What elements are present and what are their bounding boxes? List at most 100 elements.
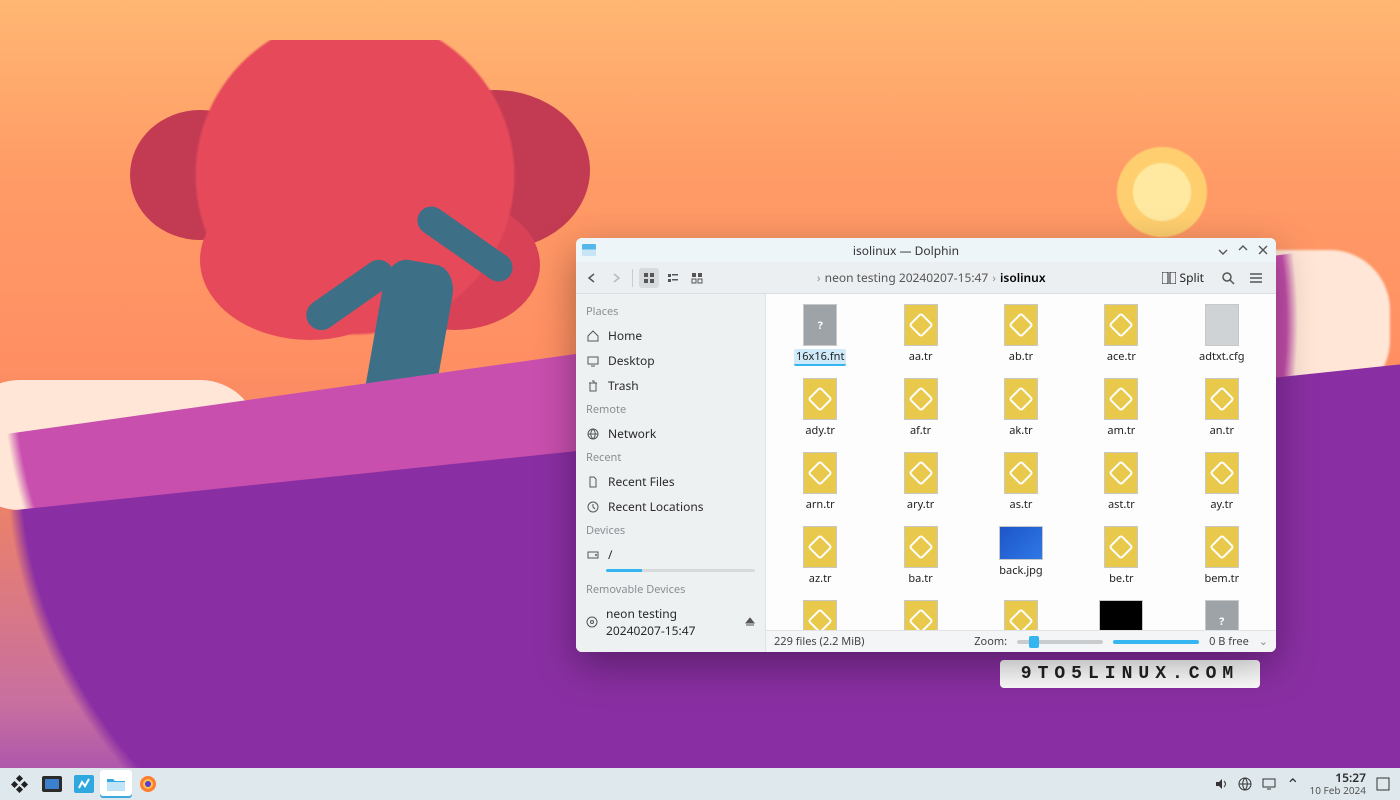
split-label: Split (1180, 269, 1205, 286)
chevron-down-icon[interactable]: ⌄ (1259, 634, 1268, 649)
devices-header: Devices (576, 519, 765, 542)
file-item[interactable]: an.tr (1178, 378, 1266, 452)
minimize-icon[interactable] (1216, 243, 1230, 257)
trash-icon (586, 379, 600, 393)
watermark-text: 9TO5LINUX.COM (1000, 660, 1260, 688)
file-item[interactable]: be.tr (1077, 526, 1165, 600)
sidebar-item-recent-files[interactable]: Recent Files (576, 469, 765, 494)
split-button[interactable]: Split (1156, 267, 1211, 288)
file-item[interactable]: as.tr (977, 452, 1065, 526)
sidebar-item-recent-locations[interactable]: Recent Locations (576, 494, 765, 519)
file-item[interactable]: ace.tr (1077, 304, 1165, 378)
file-item[interactable]: am.tr (1077, 378, 1165, 452)
sidebar-item-label: Recent Locations (608, 498, 704, 515)
file-item[interactable]: ab.tr (977, 304, 1065, 378)
menu-button[interactable] (1246, 268, 1266, 288)
file-name: bem.tr (1204, 571, 1239, 586)
sidebar-item-label: neon testing 20240207-15:47 (606, 605, 737, 639)
file-item[interactable]: adtxt.cfg (1178, 304, 1266, 378)
file-view: 16x16.fnt aa.tr ab.trace.tr adtxt.cfg ady.tr… (766, 294, 1276, 652)
file-name: af.tr (910, 423, 931, 438)
file-item[interactable]: ba.tr (877, 526, 965, 600)
forward-button[interactable] (606, 268, 626, 288)
file-item[interactable] (1077, 600, 1165, 630)
file-name: ast.tr (1108, 497, 1135, 512)
file-name: ady.tr (805, 423, 835, 438)
breadcrumb[interactable]: › neon testing 20240207-15:47 › isolinux (711, 269, 1152, 286)
chevron-right-icon: › (992, 269, 996, 286)
task-dolphin[interactable] (100, 770, 132, 798)
breadcrumb-current[interactable]: isolinux (1000, 269, 1046, 286)
file-name: am.tr (1107, 423, 1135, 438)
file-item[interactable]: ary.tr (877, 452, 965, 526)
sidebar-item-root[interactable]: / (576, 542, 765, 567)
clock[interactable]: 15:27 10 Feb 2024 (1310, 772, 1367, 795)
sidebar-item-label: Home (608, 327, 642, 344)
window-titlebar[interactable]: isolinux — Dolphin (576, 238, 1276, 262)
app-launcher-button[interactable] (4, 770, 36, 798)
file-thumb-epub (1004, 452, 1038, 494)
home-icon (586, 329, 600, 343)
clock-date: 10 Feb 2024 (1310, 785, 1367, 796)
sidebar-item-desktop[interactable]: Desktop (576, 348, 765, 373)
file-item[interactable]: ady.tr (776, 378, 864, 452)
file-thumb-epub (1205, 378, 1239, 420)
tray-expand-icon[interactable]: ⌃ (1286, 773, 1299, 795)
file-item[interactable]: ast.tr (1077, 452, 1165, 526)
places-panel: Places Home Desktop Trash Remote Network… (576, 294, 766, 652)
file-thumb-unk (1205, 600, 1239, 630)
file-name: ary.tr (907, 497, 934, 512)
free-space-bar (1113, 640, 1199, 644)
file-item[interactable]: 16x16.fnt (776, 304, 864, 378)
file-thumb-epub (1205, 452, 1239, 494)
details-view-button[interactable] (687, 268, 707, 288)
window-title: isolinux — Dolphin (602, 242, 1210, 259)
file-item[interactable]: az.tr (776, 526, 864, 600)
eject-icon[interactable] (745, 617, 755, 627)
sidebar-item-trash[interactable]: Trash (576, 373, 765, 398)
task-system-monitor[interactable] (36, 770, 68, 798)
file-item[interactable] (877, 600, 965, 630)
file-item[interactable]: arn.tr (776, 452, 864, 526)
compact-view-button[interactable] (663, 268, 683, 288)
file-item[interactable]: af.tr (877, 378, 965, 452)
file-item[interactable]: aa.tr (877, 304, 965, 378)
file-name: ay.tr (1210, 497, 1233, 512)
file-thumb-epub (803, 378, 837, 420)
remote-header: Remote (576, 398, 765, 421)
status-count: 229 files (2.2 MiB) (774, 634, 865, 649)
show-desktop-button[interactable] (1376, 777, 1390, 791)
file-name: aa.tr (909, 349, 933, 364)
network-tray-icon[interactable] (1238, 777, 1252, 791)
breadcrumb-parent[interactable]: neon testing 20240207-15:47 (825, 269, 989, 286)
document-icon (586, 475, 600, 489)
task-discover[interactable] (68, 770, 100, 798)
file-item[interactable]: bem.tr (1178, 526, 1266, 600)
task-firefox[interactable] (132, 770, 164, 798)
sidebar-item-network[interactable]: Network (576, 421, 765, 446)
zoom-slider[interactable] (1017, 640, 1103, 644)
file-item[interactable] (1178, 600, 1266, 630)
display-tray-icon[interactable] (1262, 777, 1276, 791)
icon-view-button[interactable] (639, 268, 659, 288)
sidebar-item-home[interactable]: Home (576, 323, 765, 348)
file-grid[interactable]: 16x16.fnt aa.tr ab.trace.tr adtxt.cfg ady.tr… (766, 294, 1276, 630)
file-item[interactable]: ak.tr (977, 378, 1065, 452)
file-thumb-img (999, 526, 1043, 560)
file-item[interactable] (776, 600, 864, 630)
file-item[interactable] (977, 600, 1065, 630)
file-thumb-blk (1099, 600, 1143, 630)
sidebar-item-label: / (608, 546, 612, 563)
file-item[interactable]: ay.tr (1178, 452, 1266, 526)
toolbar: › neon testing 20240207-15:47 › isolinux… (576, 262, 1276, 294)
file-thumb-epub (1004, 378, 1038, 420)
sidebar-item-removable[interactable]: neon testing 20240207-15:47 (576, 601, 765, 643)
maximize-icon[interactable] (1236, 243, 1250, 257)
file-item[interactable]: back.jpg (977, 526, 1065, 600)
search-button[interactable] (1218, 268, 1238, 288)
back-button[interactable] (582, 268, 602, 288)
file-name: adtxt.cfg (1199, 349, 1244, 364)
sidebar-item-label: Recent Files (608, 473, 675, 490)
close-icon[interactable] (1256, 243, 1270, 257)
volume-icon[interactable] (1214, 777, 1228, 791)
